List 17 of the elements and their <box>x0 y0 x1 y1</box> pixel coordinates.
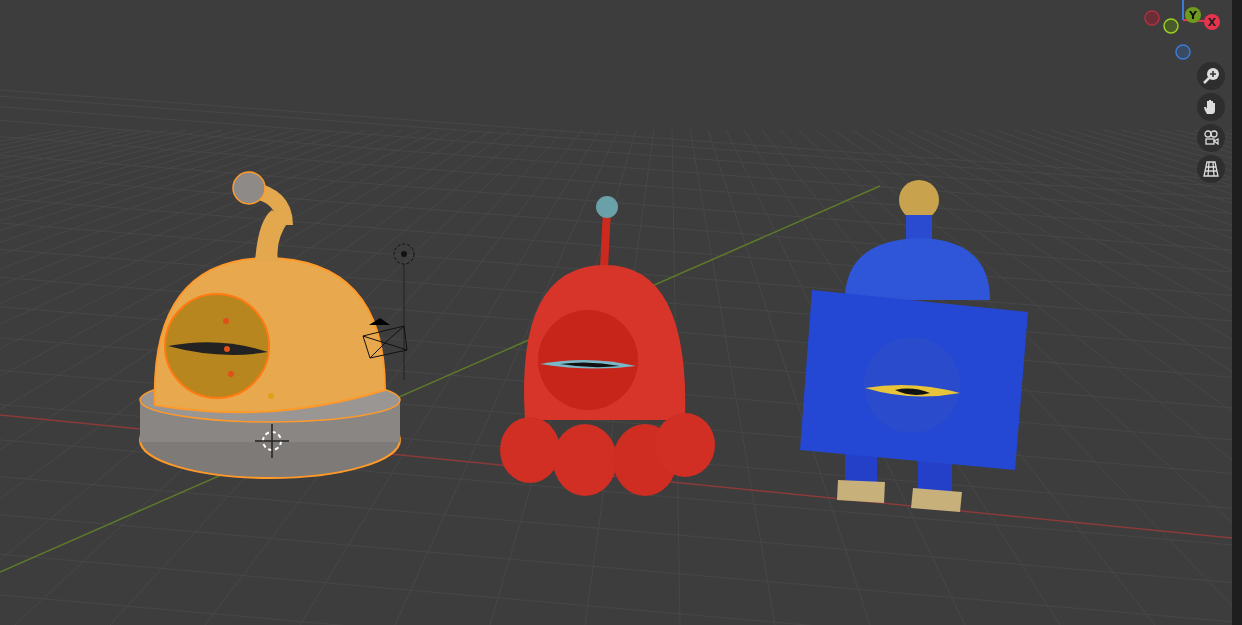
axis-handle[interactable] <box>1163 18 1179 34</box>
camera-icon <box>1202 129 1220 147</box>
axis-handle[interactable] <box>1144 10 1160 26</box>
camera-view-button[interactable] <box>1197 124 1225 152</box>
dome-creature-with-light-and-camera-drawing[interactable] <box>139 171 415 479</box>
pan-button[interactable] <box>1197 93 1225 121</box>
x-axis-line <box>1182 19 1205 22</box>
axis-handle[interactable]: Y <box>1185 7 1201 23</box>
z-axis-line <box>1182 0 1184 21</box>
grid-icon <box>1202 160 1220 178</box>
box-creature-drawing[interactable] <box>800 180 1028 512</box>
3d-viewport[interactable]: Y X <box>0 0 1232 625</box>
axis-handle[interactable] <box>1175 44 1191 60</box>
axis-handle[interactable]: X <box>1204 14 1220 30</box>
zoom-button[interactable] <box>1197 62 1225 90</box>
zoom-icon <box>1202 67 1220 85</box>
grid-view-button[interactable] <box>1197 155 1225 183</box>
